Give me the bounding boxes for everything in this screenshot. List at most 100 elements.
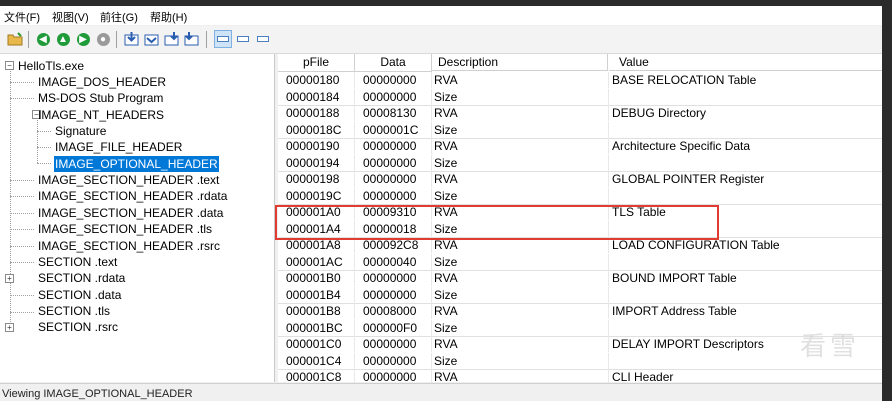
table-row[interactable]: 00000184 00000000 Size <box>278 88 882 106</box>
cell-data: 00000000 <box>363 287 417 302</box>
column-header-data[interactable]: Data <box>355 54 432 72</box>
column-divider <box>608 253 609 270</box>
tree-connector <box>10 229 34 230</box>
table-row[interactable]: 000001C0 00000000 RVA DELAY IMPORT Descript… <box>278 336 882 353</box>
column-header-description[interactable]: Description <box>432 54 608 71</box>
cell-data: 00008000 <box>363 304 417 318</box>
table-row[interactable]: 0000019C 00000000 Size <box>278 187 882 205</box>
table-row[interactable]: 000001BC 000000F0 Size <box>278 319 882 337</box>
tree-item-section-header-data[interactable]: IMAGE_SECTION_HEADER .data <box>38 205 223 221</box>
tree-item-dos-stub[interactable]: MS-DOS Stub Program <box>38 90 163 106</box>
tree-item-section-header-text[interactable]: IMAGE_SECTION_HEADER .text <box>38 172 219 188</box>
column-header-value[interactable]: Value <box>609 54 882 71</box>
column-divider <box>608 187 609 204</box>
cell-data: 00000000 <box>363 139 417 153</box>
tree-connector <box>37 163 51 164</box>
menu-go[interactable]: 前往(G) <box>100 9 138 25</box>
data-directory-table[interactable]: pFile Data Description Value 00000180 000… <box>275 54 882 385</box>
tree-item-root[interactable]: HelloTls.exe <box>18 58 84 74</box>
view-details-icon[interactable] <box>214 30 232 48</box>
menu-bar: 文件(F) 视图(V) 前往(G) 帮助(H) <box>0 6 882 25</box>
cell-value: BASE RELOCATION Table <box>612 73 757 87</box>
table-row[interactable]: 00000180 00000000 RVA BASE RELOCATION Table <box>278 72 882 89</box>
menu-view[interactable]: 视图(V) <box>52 9 89 25</box>
tree-item-section-header-rsrc[interactable]: IMAGE_SECTION_HEADER .rsrc <box>38 238 220 254</box>
tree-item-section-rdata[interactable]: SECTION .rdata <box>38 270 125 286</box>
column-divider <box>431 154 432 171</box>
cell-description: Size <box>434 122 458 137</box>
column-divider <box>431 253 432 270</box>
tree-item-file-header[interactable]: IMAGE_FILE_HEADER <box>55 139 182 155</box>
back-icon[interactable]: ◀ <box>34 30 52 48</box>
export-icon[interactable] <box>142 30 160 48</box>
column-divider <box>431 336 432 352</box>
view-icons-icon[interactable] <box>254 30 272 48</box>
cell-description: RVA <box>434 106 458 120</box>
column-divider <box>354 253 355 270</box>
tree-connector <box>10 262 34 263</box>
column-header-pfile[interactable]: pFile <box>278 54 355 72</box>
up-icon[interactable]: ▲ <box>54 30 72 48</box>
tree-item-optional-header[interactable]: IMAGE_OPTIONAL_HEADER <box>54 156 219 172</box>
tree-item-section-text[interactable]: SECTION .text <box>38 254 117 270</box>
column-divider <box>608 270 609 286</box>
view-list-icon[interactable] <box>234 30 252 48</box>
toolbar: ◀ ▲ ▶ ● <box>0 26 882 54</box>
cell-pfile: 0000018C <box>286 122 342 137</box>
cell-pfile: 000001B0 <box>286 271 341 285</box>
column-divider <box>608 154 609 171</box>
tree-connector <box>10 213 34 214</box>
tree-item-section-rsrc[interactable]: SECTION .rsrc <box>38 319 118 335</box>
cell-value: DEBUG Directory <box>612 106 707 120</box>
tree-item-signature[interactable]: Signature <box>55 123 106 139</box>
tls-highlight-box <box>275 205 719 240</box>
column-divider <box>431 270 432 286</box>
column-divider <box>354 303 355 319</box>
table-row[interactable]: 0000018C 0000001C Size <box>278 121 882 139</box>
cell-value: GLOBAL POINTER Register <box>612 172 765 186</box>
collapse-toggle-icon[interactable]: − <box>5 61 14 70</box>
cell-description: Size <box>434 287 458 302</box>
table-row[interactable]: 000001B0 00000000 RVA BOUND IMPORT Table <box>278 270 882 287</box>
expand-toggle-icon[interactable]: + <box>5 274 14 283</box>
tree-item-nt-headers[interactable]: IMAGE_NT_HEADERS <box>38 107 164 123</box>
cell-data: 000000F0 <box>363 320 418 335</box>
refresh-icon[interactable]: ● <box>94 30 112 48</box>
tree-connector <box>10 180 34 181</box>
expand-toggle-icon[interactable]: + <box>5 323 14 332</box>
structure-tree[interactable]: − − + + HelloTls.exe IMAGE_DOS_HEADER MS… <box>0 54 275 382</box>
tree-item-section-data[interactable]: SECTION .data <box>38 287 121 303</box>
column-divider <box>608 105 609 121</box>
tree-item-section-header-rdata[interactable]: IMAGE_SECTION_HEADER .rdata <box>38 188 227 204</box>
column-divider <box>431 105 432 121</box>
cell-description: RVA <box>434 172 458 186</box>
import-icon[interactable] <box>122 30 140 48</box>
table-row[interactable]: 000001B4 00000000 Size <box>278 286 882 304</box>
column-divider <box>431 171 432 187</box>
table-row[interactable]: 000001AC 00000040 Size <box>278 253 882 271</box>
column-divider <box>431 286 432 303</box>
table-row[interactable]: 00000194 00000000 Size <box>278 154 882 172</box>
column-divider <box>608 303 609 319</box>
save-icon[interactable] <box>162 30 180 48</box>
toolbar-separator <box>206 31 207 48</box>
tree-item-dos-header[interactable]: IMAGE_DOS_HEADER <box>38 74 166 90</box>
cell-data: 00000000 <box>363 73 417 87</box>
column-divider <box>354 171 355 187</box>
tree-item-section-tls[interactable]: SECTION .tls <box>38 303 110 319</box>
cell-description: Size <box>434 155 458 170</box>
table-row[interactable]: 00000198 00000000 RVA GLOBAL POINTER Regist… <box>278 171 882 188</box>
table-row[interactable]: 000001C4 00000000 Size <box>278 352 882 370</box>
menu-file[interactable]: 文件(F) <box>4 9 40 25</box>
table-row[interactable]: 00000188 00008130 RVA DEBUG Directory <box>278 105 882 122</box>
menu-help[interactable]: 帮助(H) <box>150 9 187 25</box>
cell-data: 00000000 <box>363 172 417 186</box>
tree-item-section-header-tls[interactable]: IMAGE_SECTION_HEADER .tls <box>38 221 212 237</box>
download-icon[interactable] <box>182 30 200 48</box>
open-folder-icon[interactable] <box>6 30 24 48</box>
toolbar-separator <box>116 31 117 48</box>
forward-icon[interactable]: ▶ <box>74 30 92 48</box>
table-row[interactable]: 000001B8 00008000 RVA IMPORT Address Table <box>278 303 882 320</box>
table-row[interactable]: 00000190 00000000 RVA Architecture Specific… <box>278 138 882 155</box>
column-divider <box>431 319 432 336</box>
